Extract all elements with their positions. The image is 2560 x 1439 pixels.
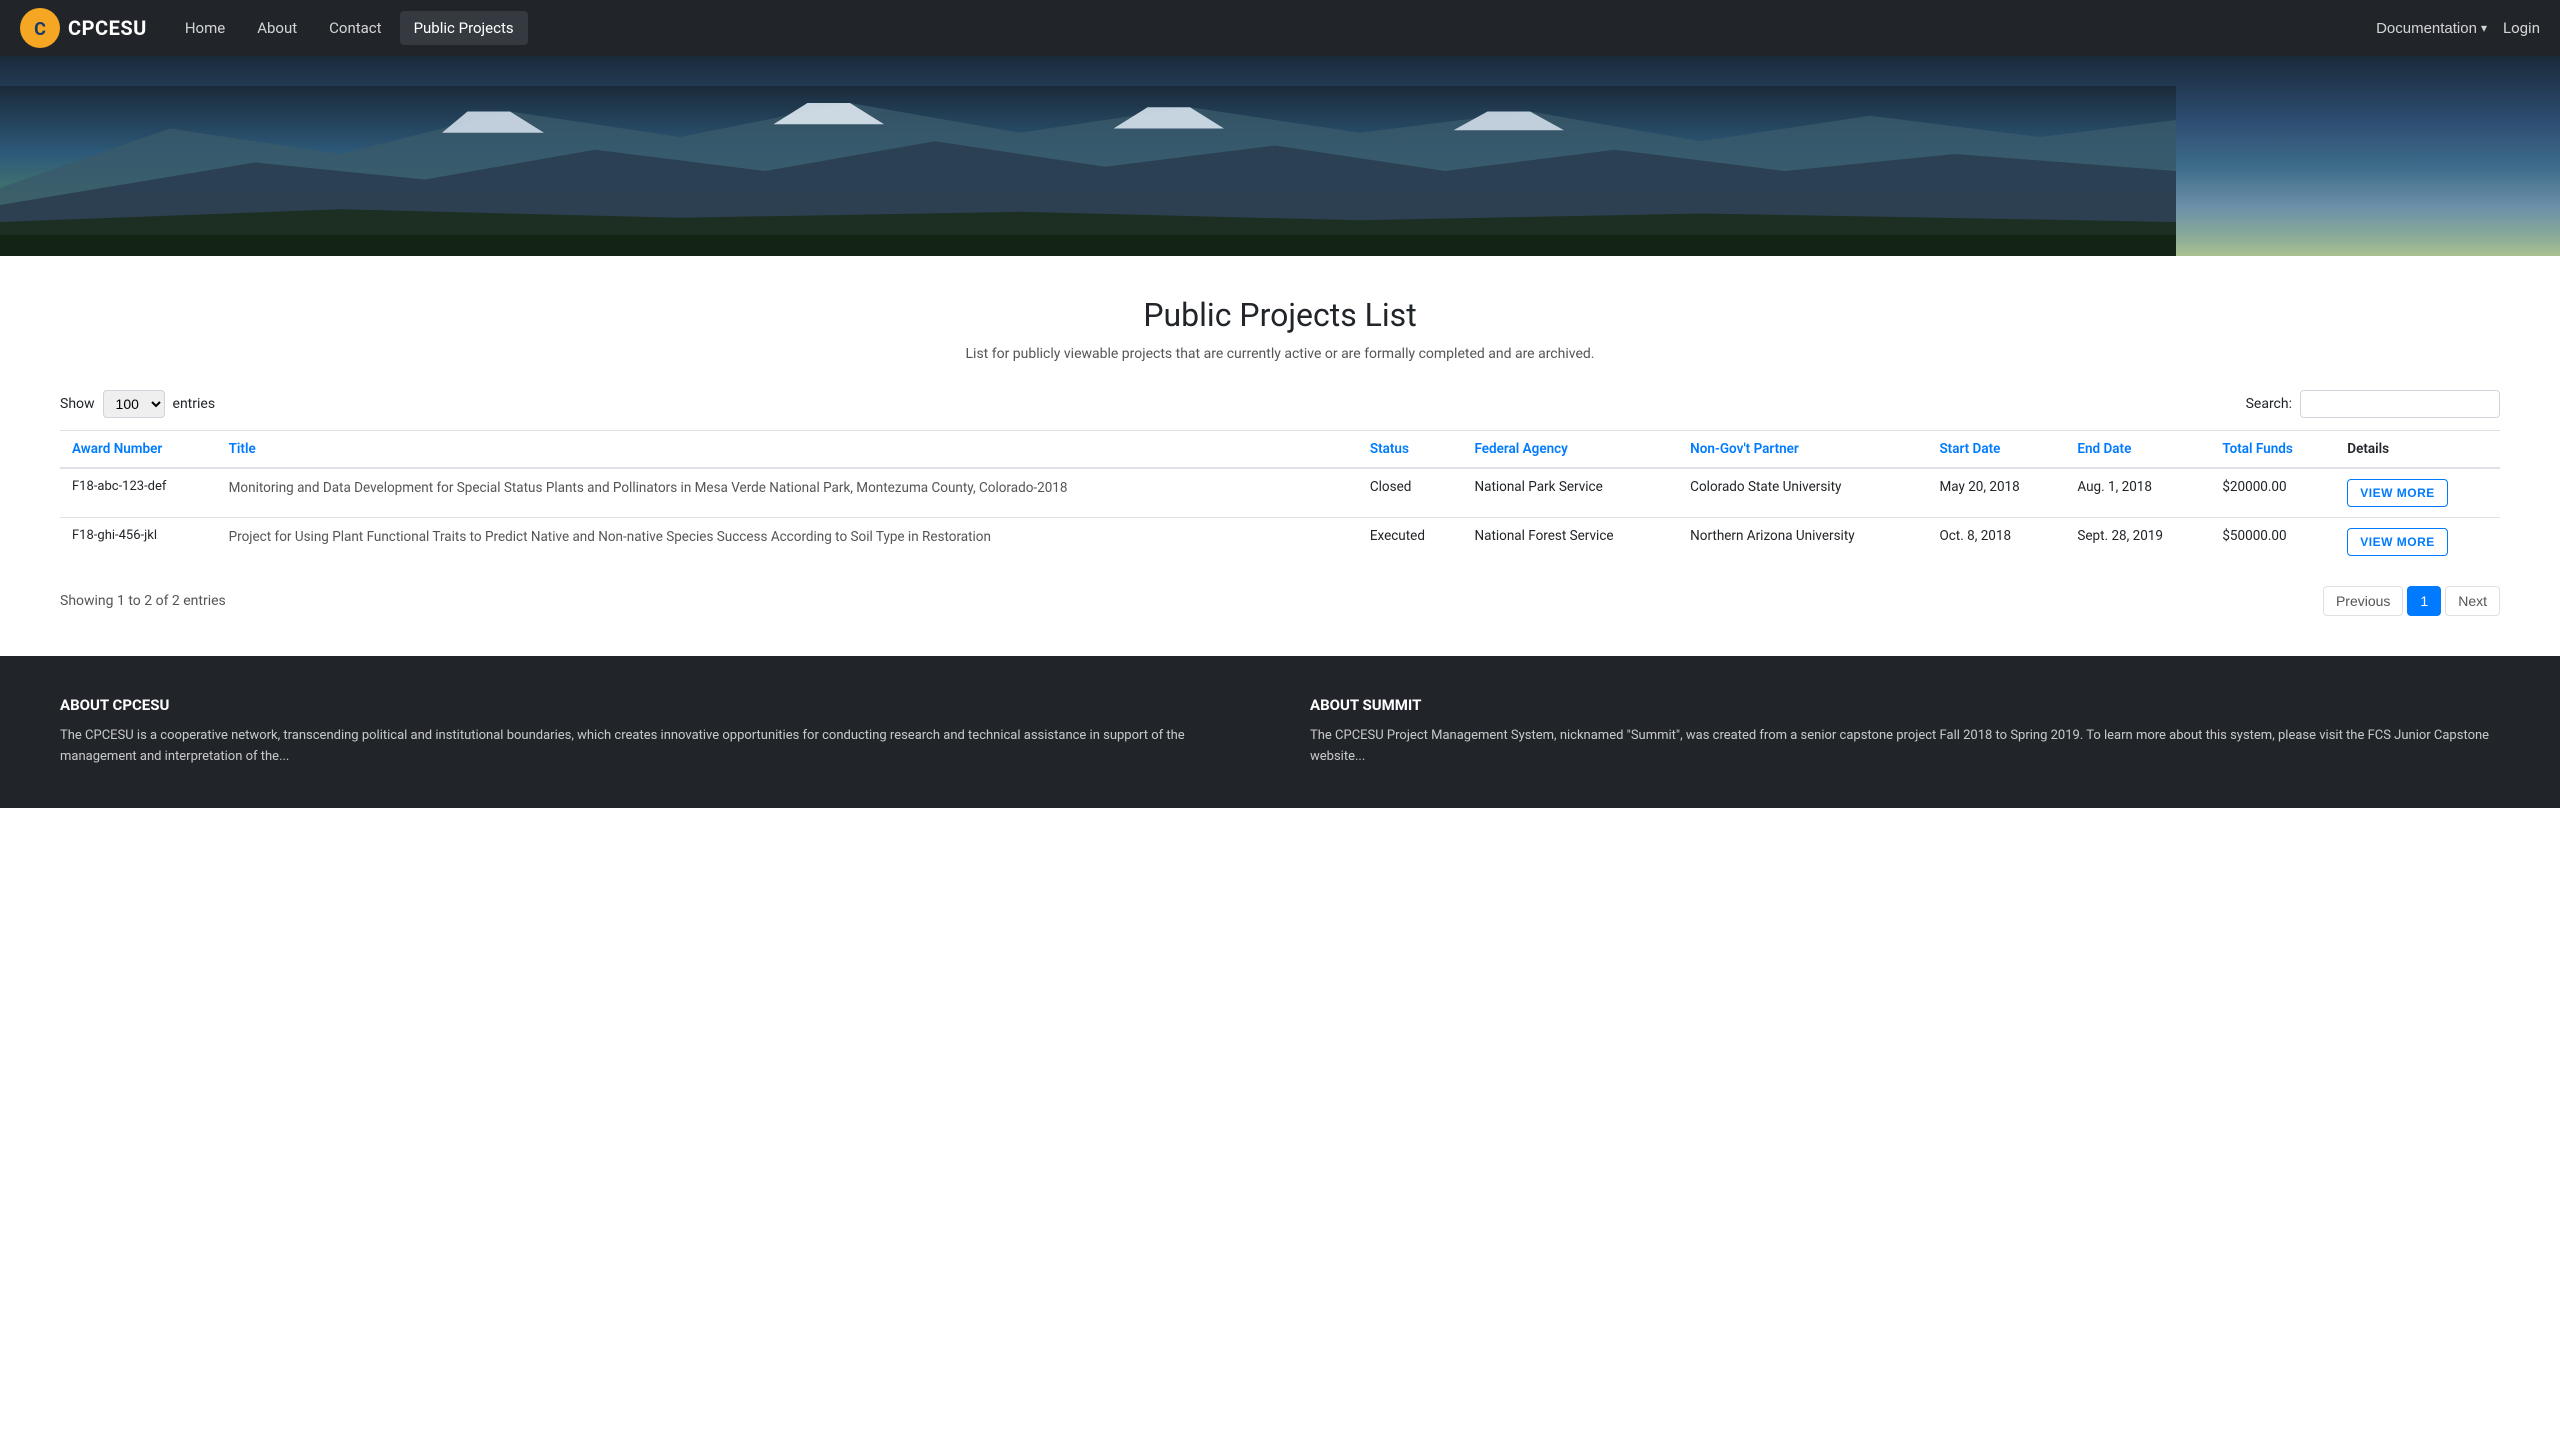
details-1: VIEW MORE — [2335, 468, 2500, 518]
navbar: C CPCESU Home About Contact Public Proje… — [0, 0, 2560, 56]
previous-button[interactable]: Previous — [2323, 586, 2403, 616]
about-cpcesu-text: The CPCESU is a cooperative network, tra… — [60, 726, 1250, 768]
about-cpcesu-heading: ABOUT CPCESU — [60, 696, 1250, 714]
view-more-button-1[interactable]: VIEW MORE — [2347, 479, 2448, 507]
hero-banner — [0, 56, 2560, 256]
show-label: Show — [60, 396, 95, 412]
entries-select[interactable]: 10 25 50 100 — [103, 390, 165, 418]
mountains-illustration — [0, 86, 2176, 256]
col-award-number[interactable]: Award Number — [60, 431, 217, 469]
end-date-2: Sept. 28, 2019 — [2065, 518, 2210, 567]
nav-public-projects[interactable]: Public Projects — [400, 11, 528, 45]
pagination-row: Showing 1 to 2 of 2 entries Previous 1 N… — [60, 586, 2500, 616]
show-entries-control: Show 10 25 50 100 entries — [60, 390, 215, 418]
main-content: Public Projects List List for publicly v… — [0, 256, 2560, 656]
table-controls: Show 10 25 50 100 entries Search: — [60, 390, 2500, 418]
col-title[interactable]: Title — [217, 431, 1358, 469]
col-status[interactable]: Status — [1358, 431, 1463, 469]
cpcesu-logo: C — [20, 8, 60, 48]
start-date-1: May 20, 2018 — [1927, 468, 2065, 518]
page-title: Public Projects List — [60, 296, 2500, 334]
status-2: Executed — [1358, 518, 1463, 567]
about-summit-text: The CPCESU Project Management System, ni… — [1310, 726, 2500, 768]
documentation-button[interactable]: Documentation — [2376, 20, 2487, 37]
table-row: F18-ghi-456-jkl Project for Using Plant … — [60, 518, 2500, 567]
col-federal-agency[interactable]: Federal Agency — [1462, 431, 1678, 469]
total-funds-1: $20000.00 — [2210, 468, 2335, 518]
nav-links: Home About Contact Public Projects — [171, 11, 2376, 45]
nav-about[interactable]: About — [243, 11, 311, 45]
pagination-controls: Previous 1 Next — [2323, 586, 2500, 616]
total-funds-2: $50000.00 — [2210, 518, 2335, 567]
showing-entries-text: Showing 1 to 2 of 2 entries — [60, 593, 226, 609]
page-1-button[interactable]: 1 — [2407, 586, 2441, 616]
view-more-button-2[interactable]: VIEW MORE — [2347, 528, 2448, 556]
start-date-2: Oct. 8, 2018 — [1927, 518, 2065, 567]
next-button[interactable]: Next — [2445, 586, 2500, 616]
footer-about-summit: ABOUT SUMMIT The CPCESU Project Manageme… — [1310, 696, 2500, 768]
brand-name: CPCESU — [68, 16, 147, 40]
col-details: Details — [2335, 431, 2500, 469]
award-number-1: F18-abc-123-def — [60, 468, 217, 518]
search-input[interactable] — [2300, 390, 2500, 418]
project-title-1: Monitoring and Data Development for Spec… — [217, 468, 1358, 518]
end-date-1: Aug. 1, 2018 — [2065, 468, 2210, 518]
svg-text:C: C — [34, 19, 46, 40]
col-end-date[interactable]: End Date — [2065, 431, 2210, 469]
details-2: VIEW MORE — [2335, 518, 2500, 567]
projects-table: Award Number Title Status Federal Agency… — [60, 430, 2500, 566]
col-total-funds[interactable]: Total Funds — [2210, 431, 2335, 469]
nav-right: Documentation Login — [2376, 19, 2540, 37]
page-subtitle: List for publicly viewable projects that… — [60, 346, 2500, 362]
partner-1: Colorado State University — [1678, 468, 1927, 518]
table-header: Award Number Title Status Federal Agency… — [60, 431, 2500, 469]
col-partner[interactable]: Non-Gov't Partner — [1678, 431, 1927, 469]
search-label: Search: — [2246, 396, 2292, 412]
col-start-date[interactable]: Start Date — [1927, 431, 2065, 469]
nav-contact[interactable]: Contact — [315, 11, 395, 45]
partner-2: Northern Arizona University — [1678, 518, 1927, 567]
nav-brand[interactable]: C CPCESU — [20, 8, 147, 48]
about-summit-heading: ABOUT SUMMIT — [1310, 696, 2500, 714]
table-body: F18-abc-123-def Monitoring and Data Deve… — [60, 468, 2500, 566]
status-1: Closed — [1358, 468, 1463, 518]
agency-2: National Forest Service — [1462, 518, 1678, 567]
footer: ABOUT CPCESU The CPCESU is a cooperative… — [0, 656, 2560, 808]
project-title-2: Project for Using Plant Functional Trait… — [217, 518, 1358, 567]
entries-label: entries — [173, 396, 216, 412]
nav-home[interactable]: Home — [171, 11, 239, 45]
table-row: F18-abc-123-def Monitoring and Data Deve… — [60, 468, 2500, 518]
footer-about-cpcesu: ABOUT CPCESU The CPCESU is a cooperative… — [60, 696, 1250, 768]
login-link[interactable]: Login — [2503, 19, 2540, 37]
agency-1: National Park Service — [1462, 468, 1678, 518]
award-number-2: F18-ghi-456-jkl — [60, 518, 217, 567]
search-control: Search: — [2246, 390, 2500, 418]
